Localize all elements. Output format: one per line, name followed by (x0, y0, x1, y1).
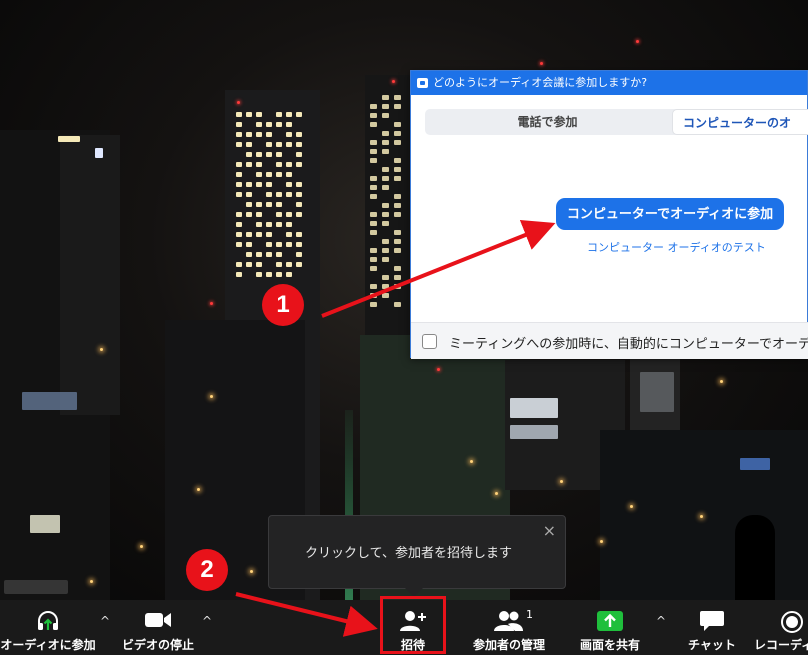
annotation-arrows (235, 220, 556, 637)
arrow-to-join-audio (321, 220, 556, 318)
step-2-badge: 2 (186, 549, 228, 591)
step-1-badge: 1 (262, 284, 304, 326)
arrow-to-invite (235, 592, 378, 637)
